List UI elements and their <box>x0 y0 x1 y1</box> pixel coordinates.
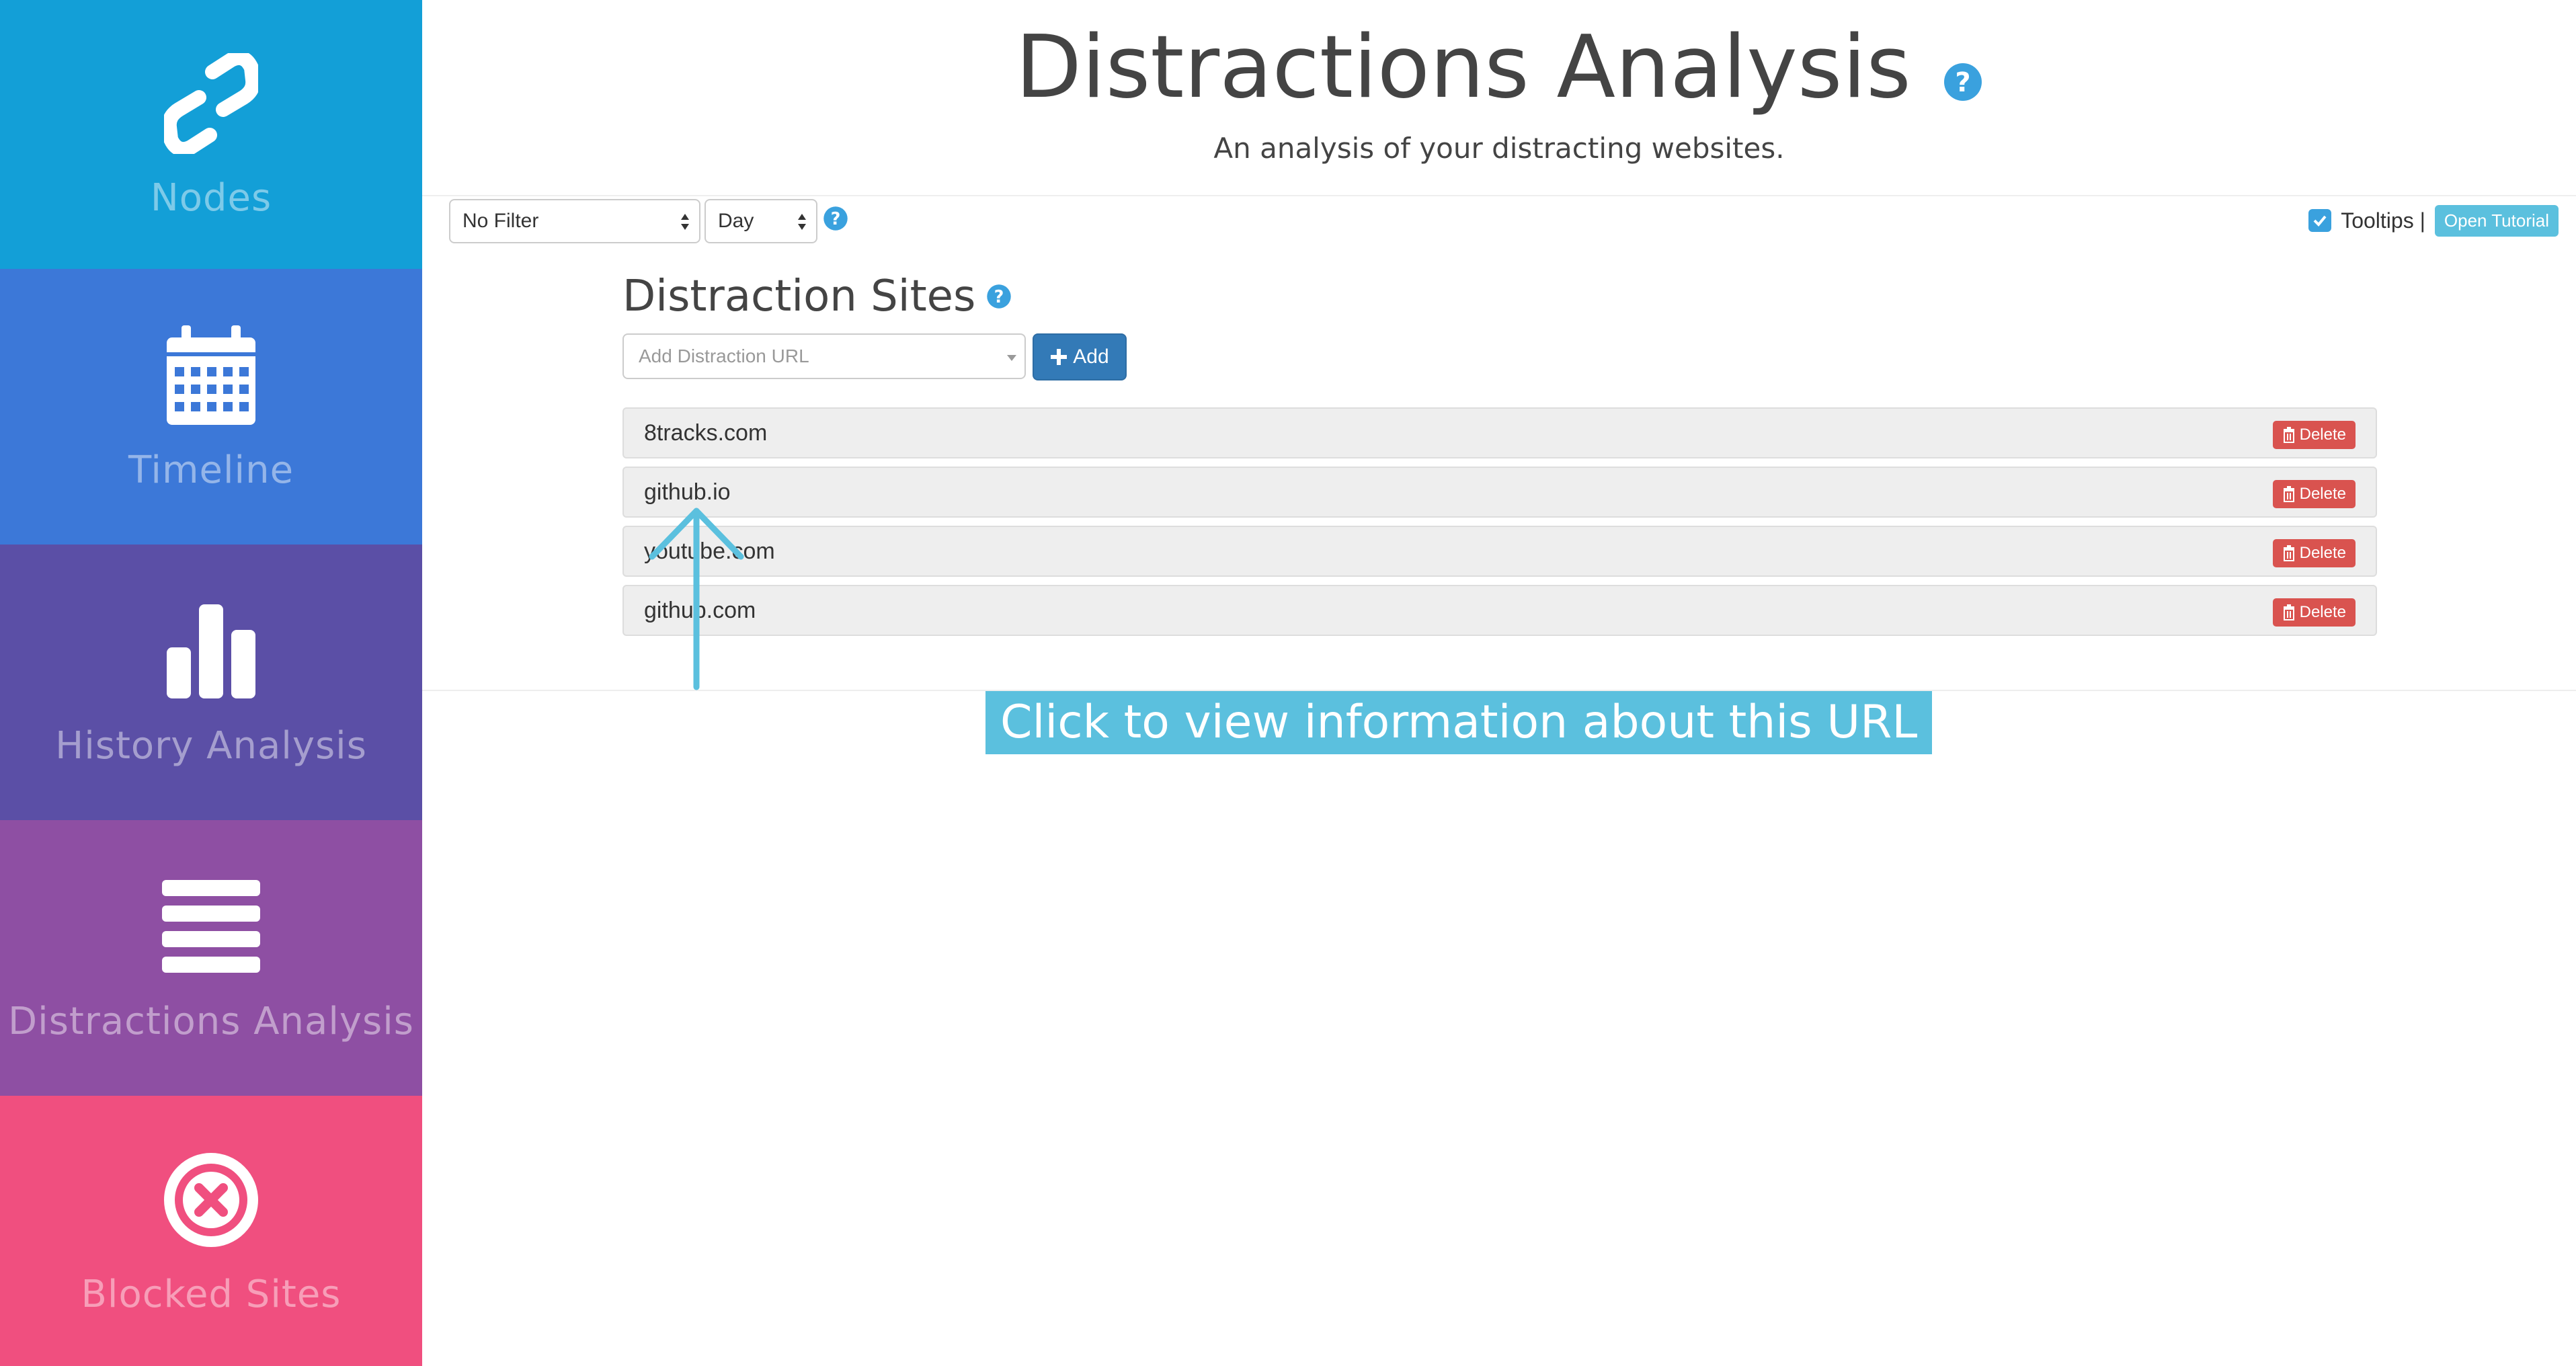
tooltips-controls: Tooltips | Open Tutorial <box>2308 204 2559 237</box>
tooltip-arrow-icon <box>649 508 744 690</box>
delete-label: Delete <box>2299 603 2346 621</box>
section-title-row: Distraction Sites ? <box>622 272 1012 321</box>
sidebar-item-label: Nodes <box>150 175 272 220</box>
nodes-link-icon <box>164 50 258 157</box>
sidebar: Nodes Timeline History Analysis Distract… <box>0 0 422 1366</box>
trash-icon <box>2283 486 2294 502</box>
add-distraction-url-placeholder: Add Distraction URL <box>639 346 809 366</box>
add-button-label: Add <box>1073 346 1109 368</box>
trash-icon <box>2283 427 2294 443</box>
svg-text:?: ? <box>1955 67 1970 98</box>
svg-text:?: ? <box>831 208 841 229</box>
list-icon <box>162 873 260 981</box>
delete-label: Delete <box>2299 544 2346 562</box>
sidebar-item-label: Blocked Sites <box>81 1272 341 1316</box>
dropdown-arrow-icon <box>1007 355 1016 361</box>
delete-label: Delete <box>2299 426 2346 444</box>
sidebar-item-distractions-analysis[interactable]: Distractions Analysis <box>0 820 422 1096</box>
trash-icon <box>2283 604 2294 620</box>
list-item[interactable]: youtube.com Delete <box>622 526 2377 577</box>
help-icon[interactable]: ? <box>986 284 1012 309</box>
distraction-site-list: 8tracks.com Delete github.io Delete yout… <box>622 407 2377 644</box>
list-item[interactable]: 8tracks.com Delete <box>622 407 2377 458</box>
tooltips-label: Tooltips | <box>2341 208 2425 233</box>
add-button[interactable]: Add <box>1033 333 1127 380</box>
sidebar-item-nodes[interactable]: Nodes <box>0 0 422 269</box>
sort-caret-icon <box>798 214 806 230</box>
delete-button[interactable]: Delete <box>2272 539 2356 567</box>
help-icon[interactable]: ? <box>823 206 848 235</box>
sort-caret-icon <box>681 214 689 230</box>
delete-button[interactable]: Delete <box>2272 598 2356 627</box>
sidebar-item-timeline[interactable]: Timeline <box>0 269 422 545</box>
sidebar-item-label: History Analysis <box>55 723 367 768</box>
page-title-row: Distractions Analysis ? <box>422 17 2576 124</box>
trash-icon <box>2283 545 2294 561</box>
period-select-value: Day <box>718 210 754 232</box>
sidebar-item-history-analysis[interactable]: History Analysis <box>0 545 422 820</box>
tooltip: Click to view information about this URL <box>985 691 1933 754</box>
delete-button[interactable]: Delete <box>2272 421 2356 449</box>
tooltips-checkbox[interactable] <box>2308 209 2332 232</box>
sidebar-item-label: Timeline <box>128 448 294 492</box>
open-tutorial-button[interactable]: Open Tutorial <box>2434 204 2559 237</box>
bar-chart-icon <box>164 598 258 705</box>
list-item[interactable]: github.io Delete <box>622 467 2377 518</box>
close-circle-icon <box>162 1146 260 1254</box>
check-icon <box>2313 215 2327 227</box>
site-url[interactable]: 8tracks.com <box>644 409 767 457</box>
delete-button[interactable]: Delete <box>2272 480 2356 508</box>
filter-select[interactable]: No Filter <box>449 199 700 243</box>
list-item[interactable]: github.com Delete <box>622 585 2377 636</box>
divider <box>422 195 2576 196</box>
page-title: Distractions Analysis <box>1015 17 1911 118</box>
period-select[interactable]: Day <box>705 199 817 243</box>
calendar-icon <box>164 322 258 430</box>
page-subtitle: An analysis of your distracting websites… <box>1213 132 1785 165</box>
section-title: Distraction Sites <box>622 272 976 321</box>
sidebar-item-blocked-sites[interactable]: Blocked Sites <box>0 1096 422 1366</box>
filter-select-value: No Filter <box>462 210 539 232</box>
delete-label: Delete <box>2299 485 2346 503</box>
svg-text:?: ? <box>994 286 1004 307</box>
plus-icon <box>1051 349 1068 365</box>
main-content: Distractions Analysis ? An analysis of y… <box>422 0 2576 1366</box>
help-icon[interactable]: ? <box>1943 23 1983 123</box>
sidebar-item-label: Distractions Analysis <box>8 999 414 1043</box>
add-distraction-url-input[interactable]: Add Distraction URL <box>622 333 1026 379</box>
